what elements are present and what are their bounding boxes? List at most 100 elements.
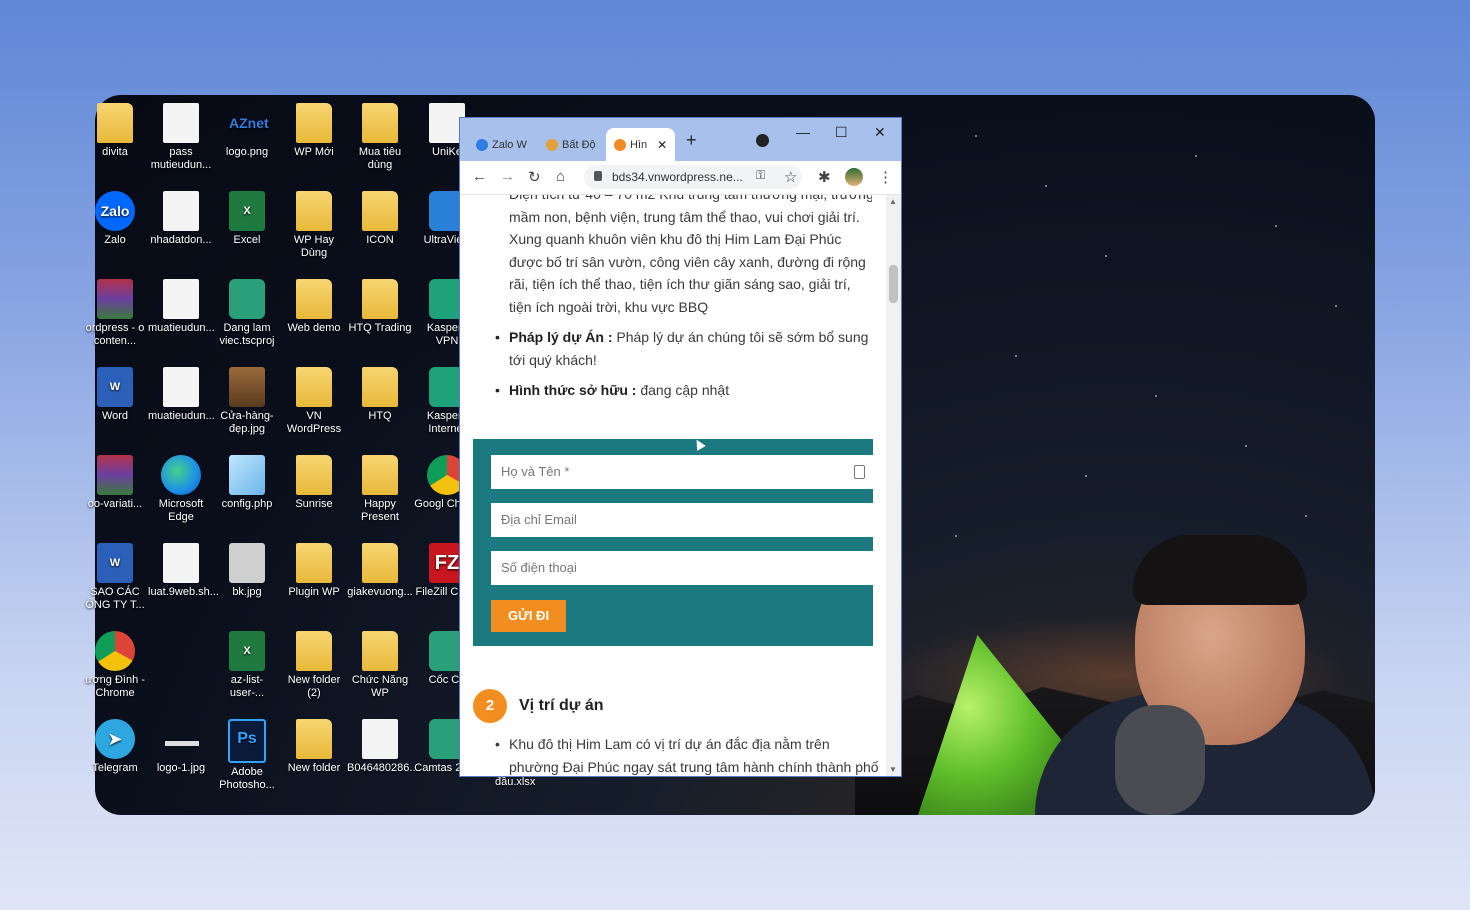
tab-zalo[interactable]: Zalo W	[468, 128, 535, 161]
section-title: Vị trí dự án	[519, 697, 604, 714]
desktop-icon[interactable]: New folder (2)	[281, 631, 347, 700]
desktop-icon[interactable]: W SAO CÁC ÔNG TY T...	[82, 543, 148, 612]
maximize-button[interactable]: ☐	[835, 124, 848, 141]
desktop-icon-label: config.php	[221, 498, 273, 510]
address-bar[interactable]: bds34.vnwordpress.ne...	[584, 165, 802, 189]
list-item: Pháp lý dự Án : Pháp lý dự án chúng tôi …	[495, 326, 872, 371]
desktop-icon[interactable]: ordpress - o conten...	[82, 279, 148, 348]
desktop-icon[interactable]: pass mutieudun...	[148, 103, 214, 172]
scroll-up-icon[interactable]: ▲	[889, 197, 897, 206]
desktop-icon-label: pass mutieudun...	[150, 146, 212, 171]
desktop-icon-label: Cửa-hàng-đẹp.jpg	[220, 410, 274, 435]
winrar-icon	[97, 279, 133, 319]
folder-icon	[296, 103, 332, 143]
folder-icon	[362, 631, 398, 671]
desktop-icon-label: bk.jpg	[232, 586, 262, 598]
phone-field[interactable]: Số điện thoại	[491, 551, 873, 585]
desktop-icon[interactable]: Cửa-hàng-đẹp.jpg	[214, 367, 280, 436]
menu-kebab-icon[interactable]: ⋮	[878, 168, 893, 186]
desktop-icon[interactable]: HTQ Trading	[347, 279, 413, 335]
scroll-down-icon[interactable]: ▼	[889, 765, 897, 774]
tab-search-icon[interactable]	[756, 134, 769, 147]
email-field[interactable]: Địa chỉ Email	[491, 503, 873, 537]
desktop-icon-label: muatieudun...	[148, 410, 215, 422]
desktop-icon[interactable]: luat.9web.sh...	[148, 543, 219, 599]
image-icon: AZnet	[229, 115, 269, 131]
desktop-icon[interactable]: ➤ Telegram	[82, 719, 148, 775]
desktop-icon-label: nhadatdon...	[150, 234, 212, 246]
desktop-icon[interactable]: Microsoft Edge	[148, 455, 214, 524]
file-icon	[163, 191, 199, 231]
profile-avatar[interactable]	[845, 168, 863, 186]
vertical-scrollbar[interactable]: ▲ ▼	[886, 195, 901, 776]
forward-arrow-icon[interactable]: →	[500, 168, 515, 185]
edge-icon	[161, 455, 201, 495]
autofill-card-icon[interactable]	[854, 465, 865, 479]
desktop-icon[interactable]: muatieudun...	[148, 367, 215, 423]
desktop-icon[interactable]: Ps Adobe Photosho...	[214, 719, 280, 792]
desktop-icon[interactable]: WP Mới	[281, 103, 347, 159]
desktop-icon-label: Web demo	[287, 322, 341, 334]
tab-close-icon[interactable]: ✕	[657, 138, 667, 152]
intro-cut-line: Diện tích từ 40 – 70 m2 Khu trung tâm th…	[509, 195, 872, 206]
reload-icon[interactable]: ↻	[528, 168, 541, 186]
desktop-icon[interactable]: oo-variati...	[82, 455, 148, 511]
desktop-icon[interactable]: AZnet logo.png	[214, 103, 280, 159]
info-list: Pháp lý dự Án : Pháp lý dự án chúng tôi …	[495, 326, 872, 402]
desktop-icon-label: Plugin WP	[288, 586, 340, 598]
desktop-icon[interactable]: divita	[82, 103, 148, 159]
desktop-icon[interactable]: bk.jpg	[214, 543, 280, 599]
desktop-icon[interactable]: Mua tiêu dùng	[347, 103, 413, 172]
desktop-icon-label: Microsoft Edge	[158, 498, 204, 523]
desktop-icon-label: giakevuong...	[347, 586, 413, 598]
desktop-icon[interactable]: W Word	[82, 367, 148, 423]
desktop-icon[interactable]: config.php	[214, 455, 280, 511]
tab-label: Hìn	[630, 138, 648, 151]
desktop-icon[interactable]: Happy Present	[347, 455, 413, 524]
page-viewport[interactable]: Diện tích từ 40 – 70 m2 Khu trung tâm th…	[460, 195, 886, 776]
bookmark-star-icon[interactable]: ☆	[784, 168, 797, 186]
submit-button[interactable]: GỬI ĐI	[491, 600, 566, 632]
folder-icon	[362, 455, 398, 495]
name-field[interactable]: Họ và Tên *	[491, 455, 873, 489]
desktop-icon[interactable]: Dang lam viec.tscproj	[214, 279, 280, 348]
minimize-button[interactable]: —	[796, 124, 810, 140]
desktop-icon[interactable]: ương Đình - Chrome	[82, 631, 148, 700]
key-icon[interactable]: ⚿	[756, 168, 765, 183]
desktop-icon[interactable]: nhadatdon...	[148, 191, 214, 247]
desktop-icon[interactable]: B046480286...	[347, 719, 419, 775]
new-tab-button[interactable]: +	[686, 130, 697, 151]
back-arrow-icon[interactable]: ←	[472, 168, 487, 185]
desktop-icon[interactable]: HTQ	[347, 367, 413, 423]
file-icon	[362, 719, 398, 759]
desktop-icon[interactable]: WP Hay Dùng	[281, 191, 347, 260]
desktop-icon[interactable]: ICON	[347, 191, 413, 247]
desktop-icon-label: Sunrise	[295, 498, 333, 510]
desktop-icon-label: Chức Năng WP	[351, 674, 409, 699]
desktop-icon[interactable]: Sunrise	[281, 455, 347, 511]
desktop-icon-label: Telegram	[92, 762, 138, 774]
tab-label: Bất Độ	[562, 138, 596, 151]
scroll-thumb[interactable]	[889, 265, 898, 303]
extensions-puzzle-icon[interactable]: ✱	[818, 168, 831, 186]
browser-window[interactable]: Zalo W Bất Độ Hìn ✕ + — ☐ ✕ ← → ↻ ⌂ bds3…	[460, 118, 901, 776]
home-icon[interactable]: ⌂	[556, 168, 565, 185]
php-file-icon	[229, 455, 265, 495]
tab-active-page[interactable]: Hìn ✕	[606, 128, 676, 161]
desktop-icon[interactable]: logo-1.jpg	[148, 719, 214, 775]
word-icon: W	[97, 367, 133, 407]
desktop-icon[interactable]: Plugin WP	[281, 543, 347, 599]
desktop-icon[interactable]: Zalo Zalo	[82, 191, 148, 247]
desktop-icon[interactable]: New folder	[281, 719, 347, 775]
desktop-icon[interactable]: VN WordPress	[281, 367, 347, 436]
desktop-icon[interactable]: Chức Năng WP	[347, 631, 413, 700]
close-window-button[interactable]: ✕	[874, 124, 886, 141]
tab-bat-dong-san[interactable]: Bất Độ	[538, 128, 604, 161]
desktop-icon[interactable]: muatieudun...	[148, 279, 215, 335]
url-text: bds34.vnwordpress.ne...	[612, 170, 743, 184]
desktop-file-label: đầu.xlsx	[495, 776, 536, 788]
desktop-icon[interactable]: Xaz-list-user-...	[214, 631, 280, 700]
desktop-icon[interactable]: Web demo	[281, 279, 347, 335]
desktop-icon[interactable]: X Excel	[214, 191, 280, 247]
desktop-icon[interactable]: giakevuong...	[347, 543, 413, 599]
